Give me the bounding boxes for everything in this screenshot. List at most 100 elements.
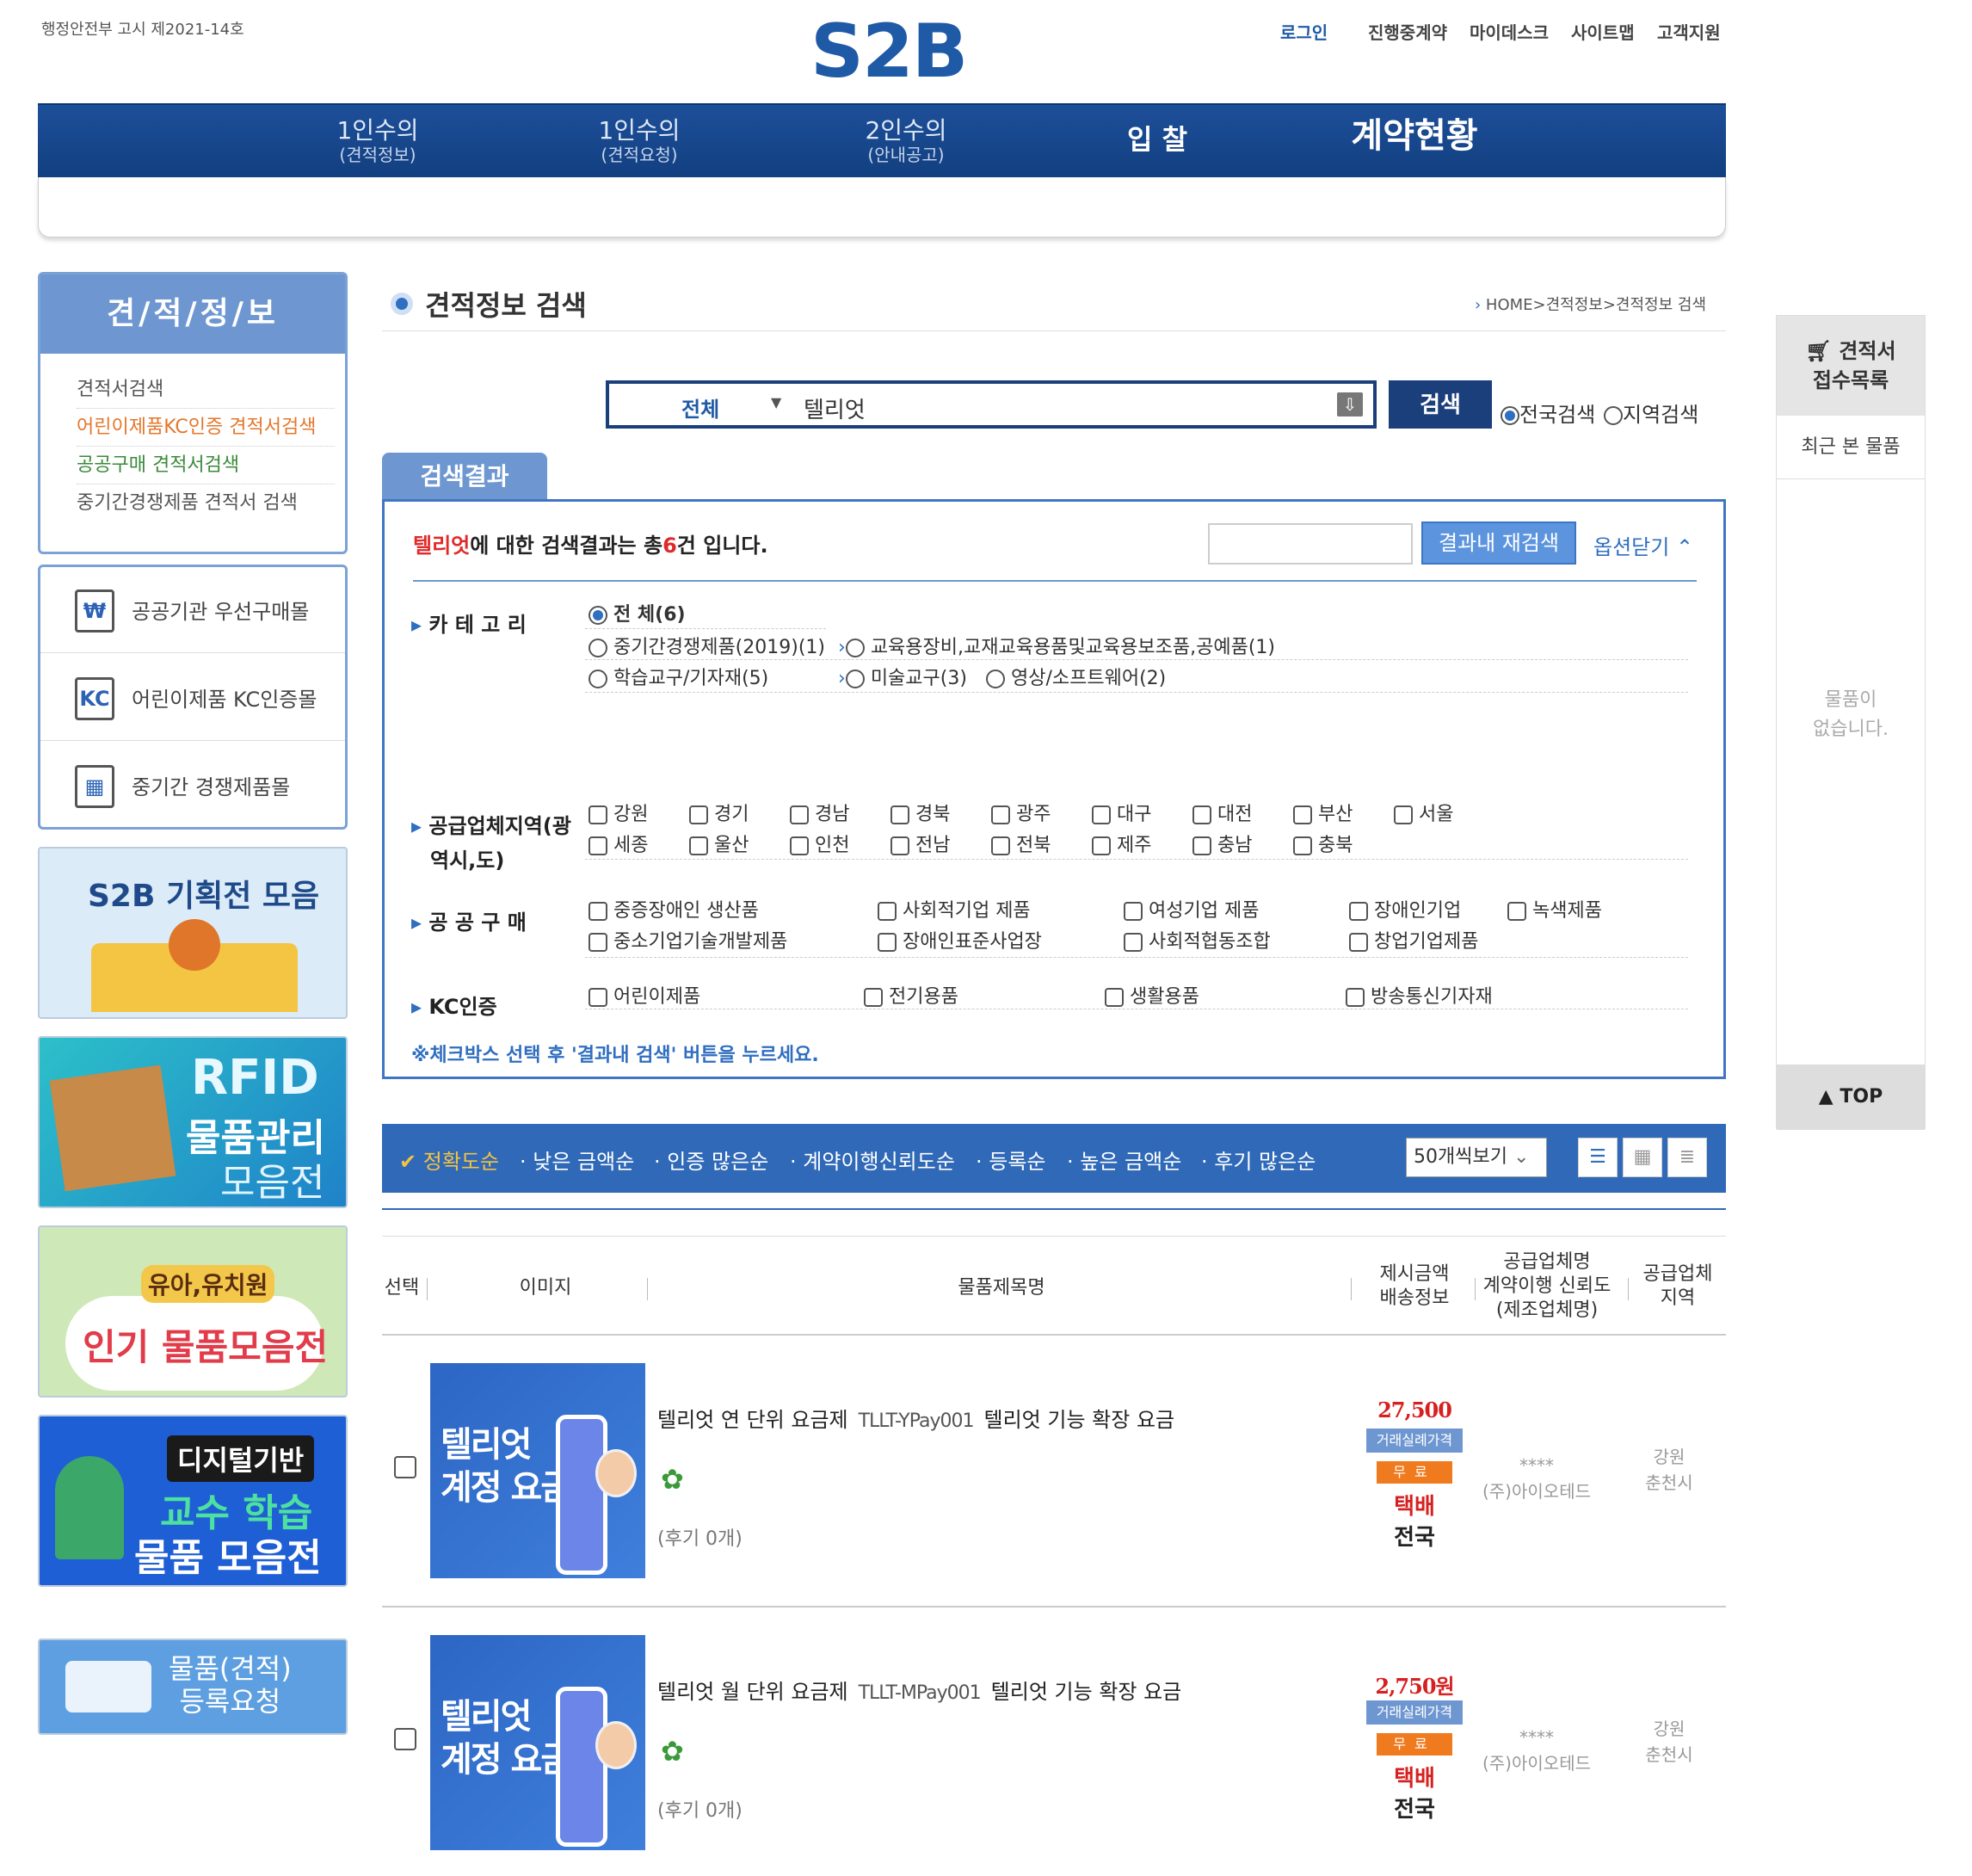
region-checkbox[interactable]: 부산 xyxy=(1293,799,1353,826)
public-purchase-checkbox[interactable]: 중증장애인 생산품 xyxy=(589,895,759,923)
gnb-contract-status[interactable]: 계약현황 xyxy=(1285,119,1544,153)
supplier-info[interactable]: **** (주)아이오테드 xyxy=(1468,1453,1605,1504)
gnb-quote-info[interactable]: 1인수의 (견적정보) xyxy=(296,117,459,166)
review-count[interactable]: (후기 0개) xyxy=(657,1795,743,1823)
sort-reliability[interactable]: · 계약이행신뢰도순 xyxy=(790,1145,955,1175)
tab-search-results[interactable]: 검색결과 xyxy=(382,453,547,501)
review-count[interactable]: (후기 0개) xyxy=(657,1523,743,1551)
sort-high-price[interactable]: · 높은 금액순 xyxy=(1067,1145,1181,1175)
supplier-info[interactable]: **** (주)아이오테드 xyxy=(1468,1725,1605,1776)
kc-cert-checkbox[interactable]: 전기용품 xyxy=(864,981,958,1009)
supplier-region: 강원 춘천시 xyxy=(1645,1719,1693,1765)
region-checkbox[interactable]: 대구 xyxy=(1092,799,1151,826)
row-select-checkbox[interactable] xyxy=(394,1728,416,1750)
public-purchase-checkbox[interactable]: 사회적협동조합 xyxy=(1124,926,1271,953)
per-page-select[interactable]: 50개씩보기 ⌄ xyxy=(1406,1138,1547,1177)
row-select-checkbox[interactable] xyxy=(394,1456,416,1478)
login-link[interactable]: 로그인 xyxy=(1280,19,1328,44)
public-purchase-checkbox[interactable]: 장애인기업 xyxy=(1349,895,1461,923)
kc-cert-checkbox[interactable]: 생활용품 xyxy=(1105,981,1199,1009)
price-tag: 거래실례가격 xyxy=(1366,1429,1463,1453)
progress-contract-link[interactable]: 진행중계약 xyxy=(1368,19,1447,44)
region-checkbox[interactable]: 충남 xyxy=(1192,830,1252,857)
quick-kc-mall[interactable]: KC 어린이제품 KC인증몰 xyxy=(40,655,345,741)
scope-region-radio[interactable]: 지역검색 xyxy=(1604,398,1698,428)
site-logo[interactable]: S2B xyxy=(810,9,968,95)
region-checkbox[interactable]: 경남 xyxy=(790,799,849,826)
refine-search-button[interactable]: 결과내 재검색 xyxy=(1421,521,1576,565)
region-checkbox[interactable]: 세종 xyxy=(589,830,648,857)
support-link[interactable]: 고객지원 xyxy=(1657,19,1721,44)
region-checkbox[interactable]: 광주 xyxy=(991,799,1051,826)
gnb-notice[interactable]: 2인수의 (안내공고) xyxy=(824,117,988,166)
lnb-public-quote-search[interactable]: 공공구매 견적서검색 xyxy=(77,447,335,484)
list-view-icon[interactable]: ☰ xyxy=(1578,1138,1618,1177)
product-title-link[interactable]: 텔리엇 연 단위 요금제 TLLT-YPay001 텔리엇 기능 확장 요금 xyxy=(657,1403,1174,1433)
search-button[interactable]: 검색 xyxy=(1389,380,1492,429)
chevron-down-icon[interactable]: ▼ xyxy=(771,394,781,410)
public-purchase-checkbox[interactable]: 중소기업기술개발제품 xyxy=(589,926,787,953)
public-purchase-checkbox[interactable]: 사회적기업 제품 xyxy=(878,895,1031,923)
public-purchase-checkbox[interactable]: 녹색제품 xyxy=(1507,895,1602,923)
search-input[interactable]: 텔리엇 xyxy=(804,392,866,424)
region-checkbox[interactable]: 울산 xyxy=(689,830,749,857)
region-checkbox[interactable]: 전남 xyxy=(890,830,950,857)
local-nav: 견/적/정/보 견적서검색 어린이제품KC인증 견적서검색 공공구매 견적서검색… xyxy=(38,272,348,554)
region-checkbox[interactable]: 대전 xyxy=(1192,799,1252,826)
sitemap-link[interactable]: 사이트맵 xyxy=(1571,19,1635,44)
quote-receipt-list-button[interactable]: 🛒︎ 견적서 접수목록 xyxy=(1777,316,1925,416)
region-checkbox[interactable]: 전북 xyxy=(991,830,1051,857)
sort-cert[interactable]: · 인증 많은순 xyxy=(654,1145,768,1175)
breadcrumb-arrow-icon: › xyxy=(1475,296,1486,314)
lnb-kc-quote-search[interactable]: 어린이제품KC인증 견적서검색 xyxy=(77,409,335,447)
region-checkbox[interactable]: 강원 xyxy=(589,799,648,826)
region-checkbox[interactable]: 충북 xyxy=(1293,830,1353,857)
scope-national-radio[interactable]: 전국검색 xyxy=(1501,398,1595,428)
lnb-quote-search[interactable]: 견적서검색 xyxy=(77,371,335,409)
item-register-request[interactable]: 물품(견적) 등록요청 xyxy=(38,1638,348,1735)
title-divider xyxy=(382,330,1726,331)
grid-view-icon[interactable]: ▦ xyxy=(1623,1138,1662,1177)
banner-rfid[interactable]: RFID 물품관리 모음전 xyxy=(38,1036,348,1208)
sort-register[interactable]: · 등록순 xyxy=(976,1145,1046,1175)
product-title-link[interactable]: 텔리엇 월 단위 요금제 TLLT-MPay001 텔리엇 기능 확장 요금 xyxy=(657,1675,1181,1705)
kc-cert-checkbox[interactable]: 어린이제품 xyxy=(589,981,700,1009)
banner-s2b-exhibition[interactable]: S2B 기획전 모음 xyxy=(38,847,348,1019)
price-tag: 거래실례가격 xyxy=(1366,1700,1463,1725)
gnb-bid[interactable]: 입 찰 xyxy=(1075,126,1239,153)
category-video-radio[interactable]: 영상/소프트웨어(2) xyxy=(986,663,1166,690)
public-purchase-checkbox[interactable]: 창업기업제품 xyxy=(1349,926,1478,953)
category-all-radio[interactable]: 전 체(6) xyxy=(589,599,686,626)
autocomplete-toggle-icon[interactable]: ⇩ xyxy=(1337,392,1363,417)
option-close-toggle[interactable]: 옵션닫기 ⌃ xyxy=(1593,530,1693,560)
product-thumbnail[interactable]: 텔리엇 계정 요금제 xyxy=(430,1363,645,1578)
gnb-quote-request[interactable]: 1인수의 (견적요청) xyxy=(558,117,721,166)
region-checkbox[interactable]: 제주 xyxy=(1092,830,1151,857)
category-art-radio[interactable]: › 미술교구(3) xyxy=(838,663,967,690)
category-sme-radio[interactable]: 중기간경쟁제품(2019)(1) xyxy=(589,632,825,659)
lnb-sme-quote-search[interactable]: 중기간경쟁제품 견적서 검색 xyxy=(77,484,335,522)
region-checkbox[interactable]: 서울 xyxy=(1394,799,1453,826)
public-purchase-checkbox[interactable]: 장애인표준사업장 xyxy=(878,926,1042,953)
refine-search-input[interactable] xyxy=(1208,523,1413,565)
sort-low-price[interactable]: · 낮은 금액순 xyxy=(520,1145,634,1175)
mydesk-link[interactable]: 마이데스크 xyxy=(1470,19,1549,44)
sort-accuracy[interactable]: ✔ 정확도순 xyxy=(399,1145,499,1175)
banner-kindergarten[interactable]: 유아,유치원 인기 물품모음전 xyxy=(38,1225,348,1398)
quick-priority-mall[interactable]: ₩ 공공기관 우선구매몰 xyxy=(40,567,345,653)
quick-sme-mall[interactable]: ▦ 중기간 경쟁제품몰 xyxy=(40,743,345,829)
category-edu-radio[interactable]: › 교육용장비,교재교육용품및교육용보조품,공예품(1) xyxy=(838,632,1275,659)
product-thumbnail[interactable]: 텔리엇 계정 요금제 xyxy=(430,1635,645,1850)
sort-review[interactable]: · 후기 많은순 xyxy=(1201,1145,1316,1175)
compact-view-icon[interactable]: ≣ xyxy=(1667,1138,1707,1177)
region-checkbox[interactable]: 인천 xyxy=(790,830,849,857)
banner-digital-learning[interactable]: 디지털기반 교수 학습 물품 모음전 xyxy=(38,1415,348,1587)
scroll-top-button[interactable]: ▲ TOP xyxy=(1777,1065,1925,1130)
search-category-select[interactable]: 전체 xyxy=(681,392,719,423)
public-purchase-checkbox[interactable]: 여성기업 제품 xyxy=(1124,895,1259,923)
category-teaching-radio[interactable]: 학습교구/기자재(5) xyxy=(589,663,768,690)
shipping-method: 택배 xyxy=(1394,1494,1435,1520)
region-checkbox[interactable]: 경북 xyxy=(890,799,950,826)
region-checkbox[interactable]: 경기 xyxy=(689,799,749,826)
kc-cert-checkbox[interactable]: 방송통신기자재 xyxy=(1346,981,1493,1009)
